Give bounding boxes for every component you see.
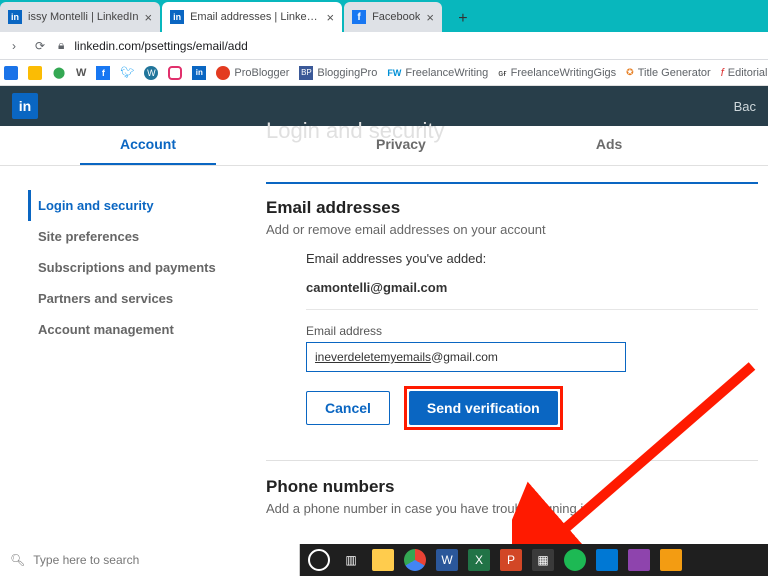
- app-icon[interactable]: [628, 549, 650, 571]
- bookmark-item[interactable]: 🐦︎: [120, 66, 134, 79]
- spotify-icon[interactable]: [564, 549, 586, 571]
- bookmark-item[interactable]: W: [76, 67, 86, 79]
- bookmark-item[interactable]: FWFreelanceWriting: [387, 67, 488, 79]
- tab-account[interactable]: Account: [80, 126, 216, 165]
- sidebar-item-partners[interactable]: Partners and services: [28, 283, 250, 314]
- email-input-value: ineverdeletemyemails@gmail.com: [315, 350, 498, 364]
- url-text[interactable]: linkedin.com/psettings/email/add: [74, 39, 247, 53]
- sidebar-item-site-prefs[interactable]: Site preferences: [28, 221, 250, 252]
- close-icon[interactable]: ×: [144, 10, 152, 25]
- search-placeholder: Type here to search: [33, 553, 139, 567]
- taskbar-search[interactable]: 🔍︎ Type here to search: [0, 544, 300, 576]
- content-pane: Login and security Email addresses Add o…: [250, 166, 768, 546]
- tab-title: Email addresses | LinkedIn: [190, 11, 320, 23]
- reload-icon[interactable]: ⟳: [32, 39, 48, 53]
- existing-email: camontelli@gmail.com: [306, 280, 758, 295]
- bookmark-item[interactable]: W: [144, 66, 158, 80]
- email-field-label: Email address: [306, 324, 758, 338]
- bookmark-item[interactable]: [28, 66, 42, 80]
- bookmark-item[interactable]: ɢғFreelanceWritingGigs: [498, 67, 616, 79]
- tab-title: Facebook: [372, 11, 420, 23]
- app-icon[interactable]: [660, 549, 682, 571]
- bookmark-item[interactable]: [4, 66, 18, 80]
- linkedin-logo[interactable]: in: [12, 93, 38, 119]
- cortana-icon[interactable]: [308, 549, 330, 571]
- word-icon[interactable]: W: [436, 549, 458, 571]
- phone-subtitle: Add a phone number in case you have trou…: [266, 501, 758, 516]
- phone-title: Phone numbers: [266, 477, 758, 497]
- send-verification-button[interactable]: Send verification: [409, 391, 558, 425]
- main-area: Login and security Site preferences Subs…: [0, 166, 768, 546]
- address-bar: › ⟳ 🔒︎ linkedin.com/psettings/email/add: [0, 32, 768, 60]
- added-label: Email addresses you've added:: [306, 251, 758, 266]
- linkedin-icon: in: [8, 10, 22, 24]
- browser-tab-active[interactable]: in Email addresses | LinkedIn ×: [162, 2, 342, 32]
- calculator-icon[interactable]: ▦: [532, 549, 554, 571]
- section-subtitle: Add or remove email addresses on your ac…: [266, 222, 758, 237]
- bookmark-item[interactable]: ✪Title Generator: [626, 67, 711, 79]
- powerpoint-icon[interactable]: P: [500, 549, 522, 571]
- ghost-heading: Login and security: [266, 118, 445, 144]
- windows-taskbar: 🔍︎ Type here to search ▥ W X P ▦: [0, 544, 768, 576]
- sidebar-item-subscriptions[interactable]: Subscriptions and payments: [28, 252, 250, 283]
- annotation-highlight: Send verification: [404, 386, 563, 430]
- chrome-icon[interactable]: [404, 549, 426, 571]
- sidebar-item-account-mgmt[interactable]: Account management: [28, 314, 250, 345]
- bookmark-item[interactable]: fEditorial: [721, 67, 768, 79]
- email-input[interactable]: ineverdeletemyemails@gmail.com: [306, 342, 626, 372]
- excel-icon[interactable]: X: [468, 549, 490, 571]
- taskbar-tray: ▥ W X P ▦: [300, 544, 768, 576]
- tab-ads[interactable]: Ads: [556, 126, 662, 165]
- linkedin-icon: in: [170, 10, 184, 24]
- browser-tab[interactable]: f Facebook ×: [344, 2, 442, 32]
- bookmark-item[interactable]: ProBlogger: [216, 66, 289, 80]
- section-title: Email addresses: [266, 198, 758, 218]
- close-icon[interactable]: ×: [426, 10, 434, 25]
- bookmarks-bar: ⬤ W f 🐦︎ W in ProBlogger BPBloggingPro F…: [0, 60, 768, 86]
- bookmark-item[interactable]: ⬤: [52, 66, 66, 80]
- task-view-icon[interactable]: ▥: [340, 549, 362, 571]
- close-icon[interactable]: ×: [326, 10, 334, 25]
- tab-title: issy Montelli | LinkedIn: [28, 11, 138, 23]
- lock-icon[interactable]: 🔒︎: [58, 38, 64, 53]
- new-tab-button[interactable]: +: [450, 6, 476, 32]
- browser-tab[interactable]: in issy Montelli | LinkedIn ×: [0, 2, 160, 32]
- cancel-button[interactable]: Cancel: [306, 391, 390, 425]
- facebook-icon: f: [352, 10, 366, 24]
- browser-tab-strip: in issy Montelli | LinkedIn × in Email a…: [0, 0, 768, 32]
- app-icon[interactable]: [596, 549, 618, 571]
- bookmark-item[interactable]: BPBloggingPro: [299, 66, 377, 80]
- sidebar: Login and security Site preferences Subs…: [0, 166, 250, 546]
- sidebar-item-login-security[interactable]: Login and security: [28, 190, 250, 221]
- forward-icon[interactable]: ›: [6, 39, 22, 53]
- back-link[interactable]: Bac: [734, 99, 756, 114]
- search-icon: 🔍︎: [10, 553, 25, 567]
- bookmark-item[interactable]: [168, 66, 182, 80]
- bookmark-item[interactable]: in: [192, 66, 206, 80]
- explorer-icon[interactable]: [372, 549, 394, 571]
- bookmark-item[interactable]: f: [96, 66, 110, 80]
